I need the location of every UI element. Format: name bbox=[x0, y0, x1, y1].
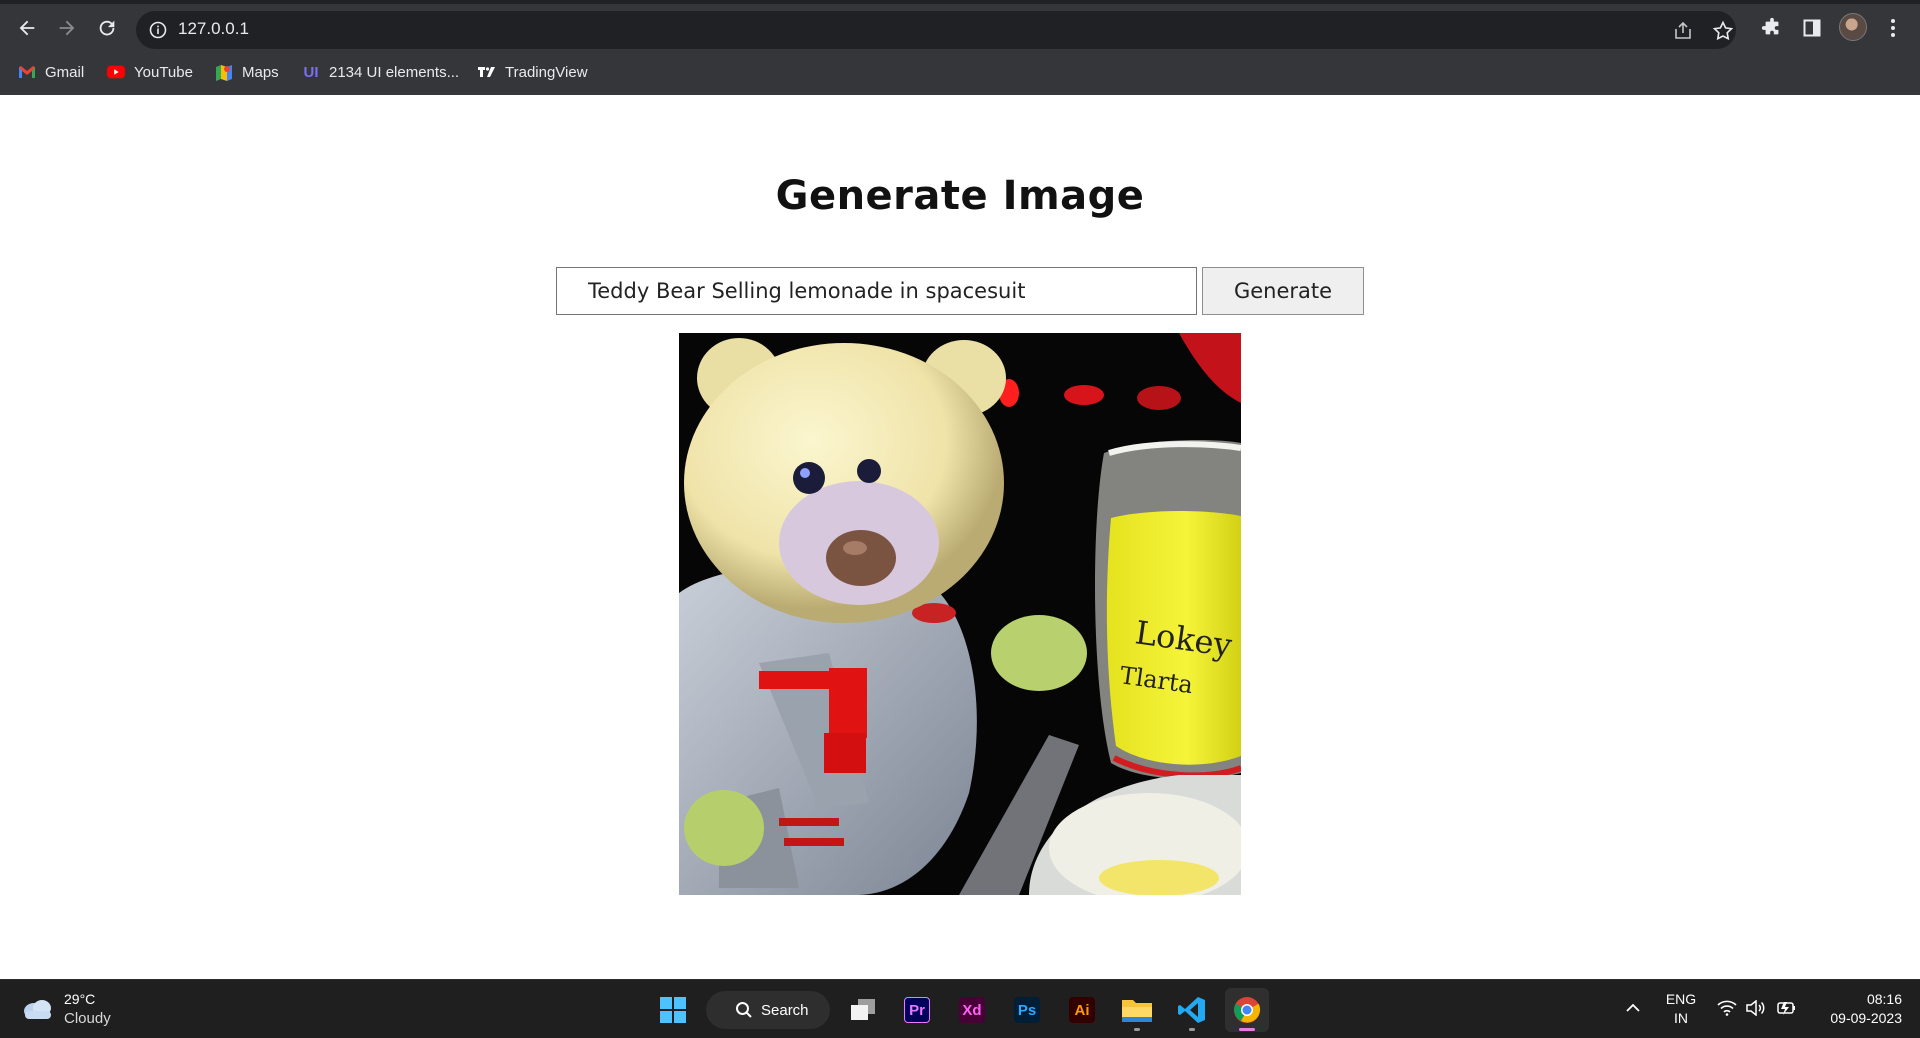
bookmark-star-icon[interactable] bbox=[1711, 19, 1735, 43]
battery-charging-icon[interactable] bbox=[1775, 999, 1797, 1017]
vscode-icon bbox=[1178, 997, 1205, 1023]
illustrator-icon: Ai bbox=[1069, 997, 1095, 1023]
xd-icon: Xd bbox=[959, 997, 985, 1023]
photoshop-icon: Ps bbox=[1014, 997, 1040, 1023]
bookmarks-bar: Gmail YouTube Maps UI 2134 UI elements..… bbox=[0, 58, 1920, 86]
taskbar-illustrator[interactable]: Ai bbox=[1060, 988, 1104, 1032]
page-content: Generate Image Generate bbox=[0, 95, 1920, 979]
share-icon[interactable] bbox=[1671, 19, 1695, 43]
language-indicator[interactable]: ENG IN bbox=[1664, 990, 1698, 1028]
page-title: Generate Image bbox=[775, 173, 1145, 219]
youtube-icon bbox=[107, 63, 125, 81]
prompt-input[interactable] bbox=[556, 267, 1197, 315]
search-icon bbox=[736, 1002, 752, 1018]
bookmark-label: Gmail bbox=[45, 63, 85, 81]
bookmark-ui-elements[interactable]: UI 2134 UI elements... bbox=[302, 58, 460, 86]
side-panel-icon bbox=[1803, 19, 1821, 37]
windows-taskbar: 29°C Cloudy Search Pr Xd Ps Ai ENG IN 08… bbox=[0, 979, 1920, 1038]
bookmark-label: TradingView bbox=[505, 63, 588, 81]
clock-date: 09-09-2023 bbox=[1830, 1010, 1902, 1026]
premiere-pro-icon: Pr bbox=[904, 997, 930, 1023]
language-line2: IN bbox=[1674, 1010, 1688, 1026]
chrome-icon bbox=[1234, 997, 1261, 1023]
generate-button[interactable]: Generate bbox=[1202, 267, 1364, 315]
arrow-left-icon bbox=[19, 20, 35, 36]
browser-chrome: 127.0.0.1 Gmail YouTube Maps UI 2134 UI … bbox=[0, 0, 1920, 95]
cloudy-icon bbox=[24, 1000, 51, 1019]
taskbar-chrome[interactable] bbox=[1225, 988, 1269, 1032]
bookmark-label: 2134 UI elements... bbox=[329, 63, 460, 81]
arrow-right-icon bbox=[59, 20, 75, 36]
gmail-icon bbox=[18, 63, 36, 81]
weather-widget[interactable]: 29°C Cloudy bbox=[20, 990, 111, 1028]
address-bar[interactable]: 127.0.0.1 bbox=[136, 11, 1736, 49]
bookmark-youtube[interactable]: YouTube bbox=[107, 58, 193, 86]
forward-button[interactable] bbox=[49, 10, 85, 46]
bookmark-gmail[interactable]: Gmail bbox=[18, 58, 84, 86]
profile-avatar[interactable] bbox=[1839, 13, 1867, 41]
start-button[interactable] bbox=[651, 988, 695, 1032]
kebab-menu-icon bbox=[1891, 19, 1895, 37]
volume-icon[interactable] bbox=[1745, 1000, 1767, 1016]
taskbar-file-explorer[interactable] bbox=[1115, 988, 1159, 1032]
puzzle-icon bbox=[1761, 17, 1779, 35]
clock[interactable]: 08:16 09-09-2023 bbox=[1812, 990, 1902, 1028]
bookmark-label: Maps bbox=[242, 63, 279, 81]
wifi-icon[interactable] bbox=[1717, 1000, 1737, 1016]
bookmark-label: YouTube bbox=[134, 63, 193, 81]
weather-temp: 29°C bbox=[64, 991, 96, 1007]
generated-image: Lokey Tlarta bbox=[679, 333, 1241, 895]
tab-strip bbox=[0, 0, 1920, 4]
extensions-button[interactable] bbox=[1757, 13, 1787, 43]
active-indicator bbox=[1239, 1028, 1255, 1031]
task-view-icon bbox=[851, 999, 875, 1020]
taskbar-xd[interactable]: Xd bbox=[950, 988, 994, 1032]
taskbar-vscode[interactable] bbox=[1170, 988, 1214, 1032]
chrome-menu-button[interactable] bbox=[1878, 13, 1908, 43]
info-icon[interactable] bbox=[148, 20, 168, 40]
taskbar-premiere-pro[interactable]: Pr bbox=[895, 988, 939, 1032]
taskbar-search[interactable]: Search bbox=[706, 991, 830, 1029]
back-button[interactable] bbox=[9, 10, 45, 46]
bookmark-maps[interactable]: Maps bbox=[215, 58, 279, 86]
chevron-up-icon[interactable] bbox=[1625, 1002, 1641, 1014]
clock-time: 08:16 bbox=[1866, 991, 1902, 1007]
running-indicator bbox=[1189, 1028, 1195, 1031]
task-view-button[interactable] bbox=[841, 988, 885, 1032]
side-panel-button[interactable] bbox=[1797, 13, 1827, 43]
windows-start-icon bbox=[660, 997, 686, 1023]
language-line1: ENG bbox=[1665, 991, 1697, 1007]
taskbar-photoshop[interactable]: Ps bbox=[1005, 988, 1049, 1032]
generated-image-graphic: Lokey Tlarta bbox=[679, 333, 1241, 895]
weather-condition: Cloudy bbox=[64, 1010, 111, 1027]
bookmark-tradingview[interactable]: TradingView bbox=[478, 58, 588, 86]
reload-button[interactable] bbox=[89, 10, 125, 46]
running-indicator bbox=[1134, 1028, 1140, 1031]
reload-icon bbox=[99, 20, 115, 36]
maps-icon bbox=[215, 63, 233, 81]
tradingview-icon bbox=[478, 63, 496, 81]
file-explorer-icon bbox=[1122, 1000, 1152, 1022]
search-label: Search bbox=[761, 1001, 809, 1019]
ui-elements-icon: UI bbox=[303, 63, 319, 81]
url-text[interactable]: 127.0.0.1 bbox=[178, 19, 249, 39]
